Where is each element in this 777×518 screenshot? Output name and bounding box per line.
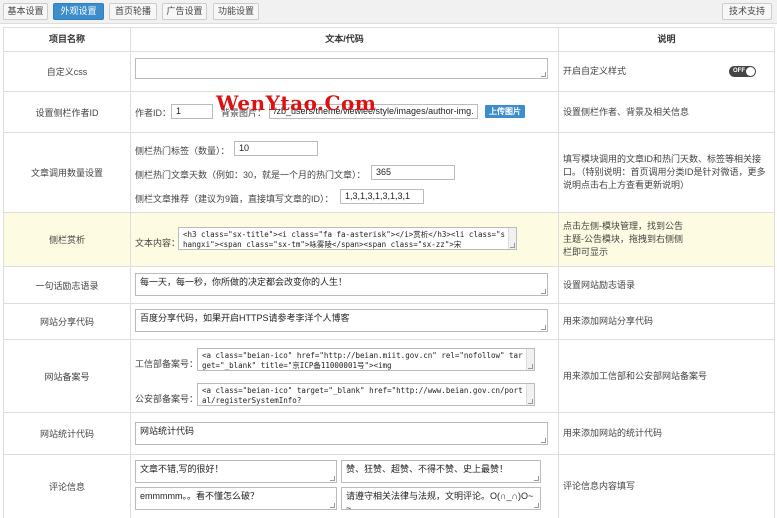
stats-desc: 用来添加网站的统计代码 bbox=[563, 428, 663, 438]
author-id-label: 作者ID： bbox=[135, 108, 172, 118]
hot-tags-input[interactable]: 10 bbox=[234, 141, 318, 156]
custom-css-desc: 开启自定义样式 bbox=[563, 66, 627, 76]
row-field-appreciate: 文本内容： <h3 class="sx-title"><i class="fa … bbox=[131, 213, 559, 267]
miit-label: 工信部备案号： bbox=[135, 359, 199, 369]
row-label-author: 设置侧栏作者ID bbox=[4, 92, 131, 133]
stats-textarea[interactable]: 网站统计代码 bbox=[135, 422, 548, 445]
row-label-custom-css: 自定义css bbox=[4, 52, 131, 92]
scrollbar[interactable] bbox=[526, 384, 534, 405]
tab-appearance[interactable]: 外观设置 bbox=[53, 3, 104, 20]
hot-days-input[interactable]: 365 bbox=[371, 165, 455, 180]
watermark: WenYtao.Com bbox=[216, 91, 377, 115]
recommend-label: 侧栏文章推荐（建议为9篇，直接填写文章的ID）： bbox=[135, 194, 334, 204]
upload-image-button[interactable]: 上传图片 bbox=[485, 105, 525, 118]
hot-days-label: 侧栏热门文章天数（例如：30，就是一个月的热门文章）： bbox=[135, 170, 366, 180]
appreciate-content-label: 文本内容： bbox=[135, 238, 181, 248]
scrollbar[interactable] bbox=[508, 228, 516, 249]
author-id-input[interactable]: 1 bbox=[171, 104, 213, 119]
share-desc: 用来添加网站分享代码 bbox=[563, 316, 654, 326]
row-label-share: 网站分享代码 bbox=[4, 304, 131, 340]
count-desc: 填写模块调用的文章ID和热门天数、标签等相关接口。（特别说明：首页调用分类ID是… bbox=[563, 154, 766, 190]
row-field-beian: 工信部备案号： <a class="beian-ico" href="http:… bbox=[131, 340, 559, 413]
scrollbar[interactable] bbox=[526, 349, 534, 370]
comment-textarea-1[interactable]: 文章不错,写的很好！ bbox=[135, 460, 337, 483]
row-field-stats: 网站统计代码 bbox=[131, 413, 559, 455]
custom-css-toggle[interactable]: OFF bbox=[729, 66, 756, 77]
row-field-share: 百度分享代码，如果开启HTTPS请参考李洋个人博客 bbox=[131, 304, 559, 340]
row-label-comment: 评论信息 bbox=[4, 455, 131, 518]
comment-textarea-3[interactable]: emmmmm。。看不懂怎么破？ bbox=[135, 487, 337, 510]
row-desc-motto: 设置网站励志语录 bbox=[559, 267, 775, 304]
share-textarea[interactable]: 百度分享代码，如果开启HTTPS请参考李洋个人博客 bbox=[135, 309, 548, 332]
row-label-appreciate: 侧栏赏析 bbox=[4, 213, 131, 267]
row-desc-author: 设置侧栏作者、背景及相关信息 bbox=[559, 92, 775, 133]
row-label-motto: 一句话励志语录 bbox=[4, 267, 131, 304]
row-field-motto: 每一天，每一秒，你所做的决定都会改变你的人生！ bbox=[131, 267, 559, 304]
miit-textarea[interactable]: <a class="beian-ico" href="http://beian.… bbox=[197, 348, 535, 371]
row-label-beian: 网站备案号 bbox=[4, 340, 131, 413]
column-header-name: 项目名称 bbox=[4, 28, 131, 52]
row-desc-stats: 用来添加网站的统计代码 bbox=[559, 413, 775, 455]
row-label-count: 文章调用数量设置 bbox=[4, 133, 131, 213]
row-field-count: 侧栏热门标签（数量）： 10 侧栏热门文章天数（例如：30，就是一个月的热门文章… bbox=[131, 133, 559, 213]
row-desc-appreciate: 点击左侧-模块管理，找到公告主题-公告模块，拖拽到右侧侧栏即可显示 bbox=[559, 213, 775, 267]
row-field-comment: 文章不错,写的很好！ 赞、狂赞、超赞、不得不赞、史上最赞！ emmmmm。。看不… bbox=[131, 455, 559, 518]
row-label-stats: 网站统计代码 bbox=[4, 413, 131, 455]
row-desc-share: 用来添加网站分享代码 bbox=[559, 304, 775, 340]
motto-desc: 设置网站励志语录 bbox=[563, 279, 636, 290]
custom-css-textarea[interactable] bbox=[135, 58, 548, 79]
comment-desc: 评论信息内容填写 bbox=[563, 481, 636, 491]
row-desc-count: 填写模块调用的文章ID和热门天数、标签等相关接口。（特别说明：首页调用分类ID是… bbox=[559, 133, 775, 213]
row-desc-beian: 用来添加工信部和公安部网站备案号 bbox=[559, 340, 775, 413]
police-textarea[interactable]: <a class="beian-ico" target="_blank" hre… bbox=[197, 383, 535, 406]
tab-home-carousel[interactable]: 首页轮播 bbox=[109, 3, 157, 20]
recommend-input[interactable]: 1,3,1,3,1,3,1,3,1 bbox=[340, 189, 424, 204]
row-field-custom-css bbox=[131, 52, 559, 92]
hot-tags-label: 侧栏热门标签（数量）： bbox=[135, 146, 230, 156]
support-button[interactable]: 技术支持 bbox=[722, 3, 772, 20]
toggle-label: OFF bbox=[733, 68, 745, 74]
appreciate-textarea[interactable]: <h3 class="sx-title"><i class="fa fa-ast… bbox=[178, 227, 517, 250]
appreciate-desc: 点击左侧-模块管理，找到公告主题-公告模块，拖拽到右侧侧栏即可显示 bbox=[563, 221, 683, 257]
row-desc-custom-css: 开启自定义样式 OFF bbox=[559, 52, 775, 92]
police-label: 公安部备案号： bbox=[135, 394, 199, 404]
row-desc-comment: 评论信息内容填写 bbox=[559, 455, 775, 518]
tab-features[interactable]: 功能设置 bbox=[213, 3, 259, 20]
column-header-desc: 说明 bbox=[559, 28, 775, 52]
miit-code: <a class="beian-ico" href="http://beian.… bbox=[202, 351, 523, 370]
author-desc: 设置侧栏作者、背景及相关信息 bbox=[563, 106, 690, 117]
settings-table: 项目名称 文本/代码 说明 自定义css 开启自定义样式 OFF 设置侧栏作者I… bbox=[3, 27, 775, 518]
tab-ads[interactable]: 广告设置 bbox=[162, 3, 207, 20]
column-header-code: 文本/代码 bbox=[131, 28, 559, 52]
beian-desc: 用来添加工信部和公安部网站备案号 bbox=[563, 370, 708, 381]
top-tab-bar: 基本设置 外观设置 首页轮播 广告设置 功能设置 技术支持 bbox=[0, 0, 777, 24]
appreciate-code: <h3 class="sx-title"><i class="fa fa-ast… bbox=[183, 230, 506, 249]
comment-textarea-2[interactable]: 赞、狂赞、超赞、不得不赞、史上最赞！ bbox=[341, 460, 541, 483]
comment-textarea-4[interactable]: 请遵守相关法律与法规，文明评论。O(∩_∩)O~~ bbox=[341, 487, 541, 510]
motto-textarea[interactable]: 每一天，每一秒，你所做的决定都会改变你的人生！ bbox=[135, 273, 548, 296]
police-code: <a class="beian-ico" target="_blank" hre… bbox=[202, 386, 523, 405]
tab-basic[interactable]: 基本设置 bbox=[3, 3, 48, 20]
toggle-knob bbox=[746, 67, 755, 76]
